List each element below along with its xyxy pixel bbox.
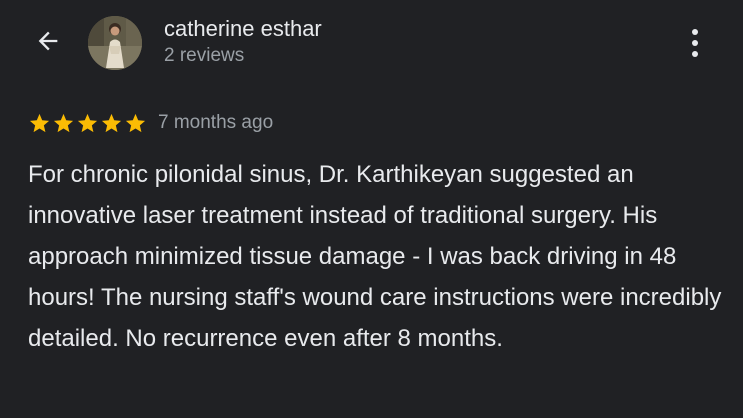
star-icon <box>125 113 146 132</box>
review-text: For chronic pilonidal sinus, Dr. Karthik… <box>28 161 722 352</box>
more-vertical-icon-dot <box>692 40 698 46</box>
more-vertical-icon <box>692 29 698 35</box>
review-time: 7 months ago <box>158 112 274 133</box>
review-count: 2 reviews <box>164 45 245 66</box>
arrow-back-icon <box>34 27 62 60</box>
star-icon <box>77 113 98 132</box>
more-options-button[interactable] <box>680 26 710 60</box>
star-icon <box>29 113 50 132</box>
star-icon <box>53 113 74 132</box>
rating-row: 7 months ago <box>28 110 273 136</box>
author-name[interactable]: catherine esthar <box>164 16 322 42</box>
back-button[interactable] <box>30 28 66 58</box>
star-rating <box>28 112 147 135</box>
avatar[interactable] <box>88 16 142 70</box>
more-vertical-icon-dot <box>692 51 698 57</box>
star-icon <box>101 113 122 132</box>
